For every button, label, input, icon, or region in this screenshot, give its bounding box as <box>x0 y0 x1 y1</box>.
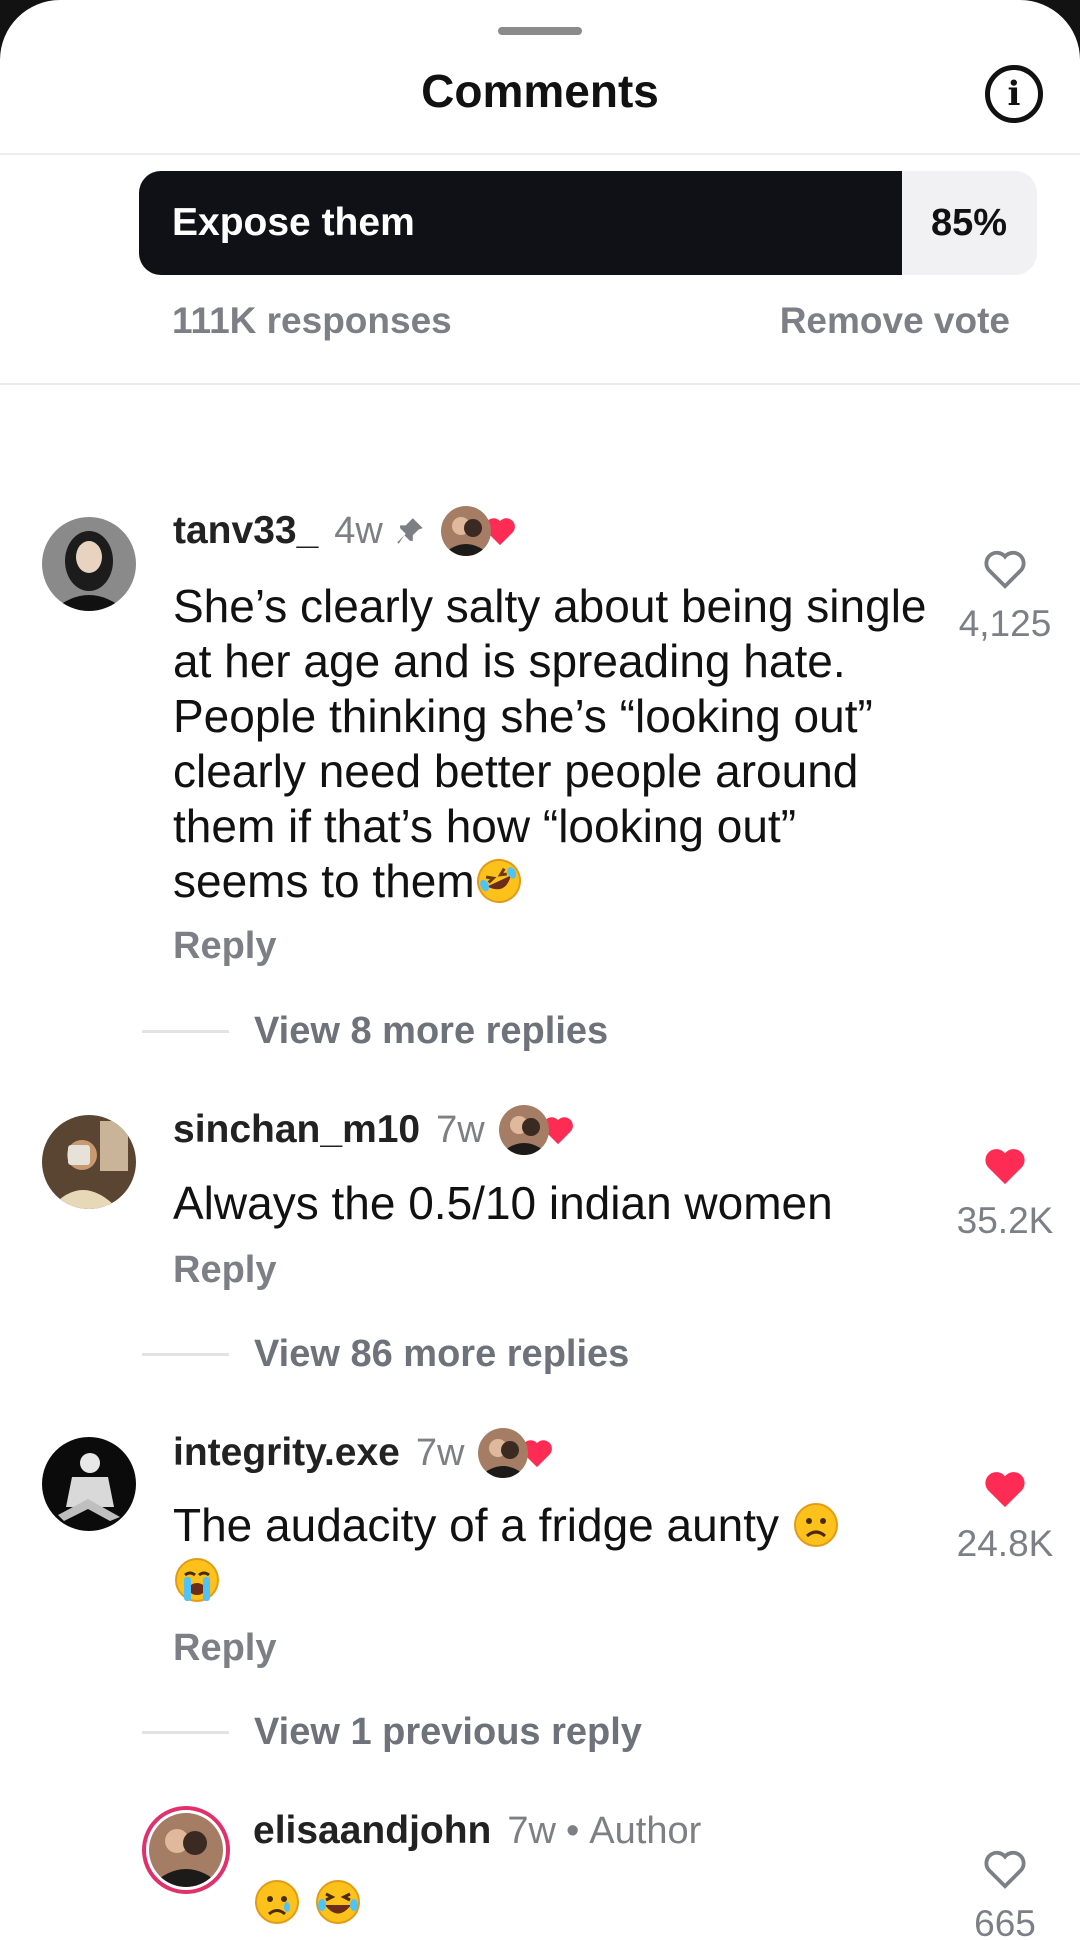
comment-username[interactable]: sinchan_m10 <box>173 1108 420 1152</box>
comment-text-content: The audacity of a fridge aunty <box>173 1499 780 1551</box>
comment-username[interactable]: integrity.exe <box>173 1431 400 1475</box>
reply-button[interactable]: Reply <box>173 925 276 968</box>
avatar[interactable] <box>42 1115 136 1209</box>
crying-face-emoji <box>253 1878 301 1926</box>
thread-line <box>142 1353 229 1356</box>
comment-username[interactable]: tanv33_ <box>173 509 318 553</box>
heart-filled-icon[interactable] <box>982 1468 1028 1510</box>
view-replies-label: View 86 more replies <box>254 1333 630 1375</box>
author-avatar[interactable] <box>142 1806 230 1894</box>
grinning-squinting-sweat-face-emoji <box>314 1878 362 1926</box>
creator-avatar <box>440 506 491 556</box>
avatar[interactable] <box>42 1437 136 1531</box>
thread-line <box>142 1731 229 1734</box>
creator-avatar <box>498 1105 549 1155</box>
poll-percent: 85% <box>930 202 1007 244</box>
view-replies-button[interactable]: View 8 more replies <box>142 1010 608 1053</box>
comment-text: Always the 0.5/10 indian women <box>173 1177 833 1229</box>
like-button[interactable]: 35.2K <box>950 1145 1060 1242</box>
rolling-on-floor-laughing-emoji <box>475 857 523 905</box>
heart-filled-icon[interactable] <box>982 1145 1028 1187</box>
view-replies-label: View 1 previous reply <box>254 1711 642 1753</box>
poll-option-bar[interactable]: Expose them 85% <box>139 171 1037 275</box>
comments-sheet: Comments i Expose them 85% 111K response… <box>0 0 1080 1940</box>
comment-time: 4w <box>334 509 383 552</box>
remove-vote-button[interactable]: Remove vote <box>780 300 1010 342</box>
creator-avatar <box>478 1428 529 1478</box>
like-count: 665 <box>974 1903 1036 1940</box>
comment-text: The audacity of a fridge aunty <box>173 1498 933 1608</box>
like-button[interactable]: 24.8K <box>950 1468 1060 1565</box>
sheet-title: Comments <box>421 65 659 117</box>
drag-handle[interactable] <box>498 27 582 35</box>
pin-icon <box>393 514 427 548</box>
poll-divider <box>0 383 1080 385</box>
comment-username[interactable]: elisaandjohn <box>253 1809 491 1853</box>
view-replies-label: View 8 more replies <box>254 1010 609 1052</box>
heart-outline-icon[interactable] <box>982 548 1028 590</box>
comment-time: 7w <box>415 1431 465 1474</box>
comment-text <box>253 1875 1013 1930</box>
header-divider <box>0 153 1080 155</box>
loudly-crying-face-emoji <box>173 1556 221 1604</box>
avatar[interactable] <box>42 517 136 611</box>
reply-button[interactable]: Reply <box>173 1627 276 1670</box>
poll-responses: 111K responses <box>172 300 452 341</box>
like-button[interactable]: 4,125 <box>950 548 1060 645</box>
frowning-face-emoji <box>792 1501 840 1549</box>
author-badge: Author <box>589 1809 702 1852</box>
like-count: 35.2K <box>956 1200 1054 1241</box>
reply-button[interactable]: Reply <box>173 1249 276 1292</box>
comment-text-content: She’s clearly salty about being single a… <box>173 580 927 907</box>
comment-text: She’s clearly salty about being single a… <box>173 579 933 909</box>
comment-time: 7w <box>436 1108 485 1151</box>
view-replies-button[interactable]: View 1 previous reply <box>142 1711 642 1754</box>
author-separator: • <box>565 1809 580 1852</box>
like-count: 4,125 <box>958 603 1052 644</box>
heart-outline-icon[interactable] <box>982 1848 1028 1890</box>
like-button[interactable]: 665 <box>950 1848 1060 1940</box>
info-icon[interactable]: i <box>985 65 1043 123</box>
poll-option-label: Expose them <box>172 201 415 244</box>
like-count: 24.8K <box>956 1523 1054 1564</box>
thread-line <box>142 1030 229 1033</box>
comment-time: 7w <box>507 1809 556 1852</box>
view-replies-button[interactable]: View 86 more replies <box>142 1333 629 1376</box>
